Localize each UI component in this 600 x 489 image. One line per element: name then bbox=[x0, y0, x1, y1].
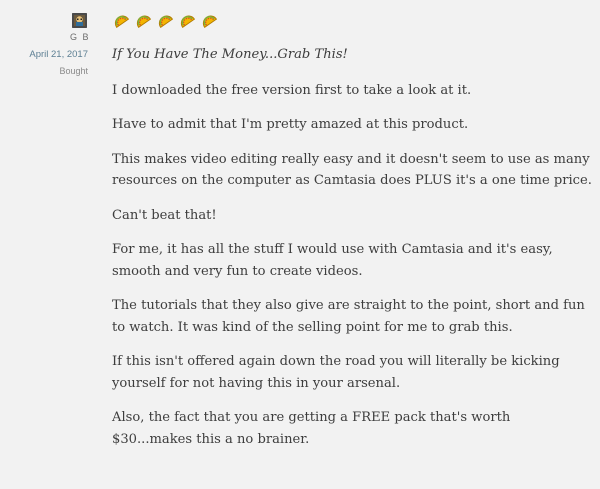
review-paragraph: For me, it has all the stuff I would use… bbox=[112, 242, 553, 279]
review-card: G B April 21, 2017 Bought If You Have Th… bbox=[0, 0, 600, 489]
reviewer-name[interactable]: G B bbox=[60, 32, 100, 42]
rating-tacos bbox=[112, 12, 218, 30]
review-paragraph: Have to admit that I'm pretty amazed at … bbox=[112, 117, 469, 132]
review-paragraph: The tutorials that they also give are st… bbox=[112, 298, 585, 335]
avatar[interactable] bbox=[72, 13, 87, 28]
review-paragraph: Also, the fact that you are getting a FR… bbox=[112, 410, 511, 447]
purchase-status: Bought bbox=[59, 66, 88, 76]
taco-icon bbox=[202, 15, 218, 28]
review-paragraph: This makes video editing really easy and… bbox=[112, 151, 592, 189]
review-date: April 21, 2017 bbox=[29, 49, 88, 60]
review-title: If You Have The Money...Grab This! bbox=[112, 47, 348, 62]
taco-icon bbox=[114, 15, 130, 28]
taco-icon bbox=[180, 15, 196, 28]
review-paragraph: Can't beat that! bbox=[112, 207, 217, 223]
taco-icon bbox=[158, 15, 174, 28]
review-paragraph: If this isn't offered again down the roa… bbox=[112, 354, 560, 391]
avatar-image bbox=[72, 13, 87, 28]
review-paragraph: I downloaded the free version first to t… bbox=[112, 82, 472, 98]
taco-icon bbox=[136, 15, 152, 28]
review-body: If You Have The Money...Grab This! I dow… bbox=[112, 44, 594, 463]
